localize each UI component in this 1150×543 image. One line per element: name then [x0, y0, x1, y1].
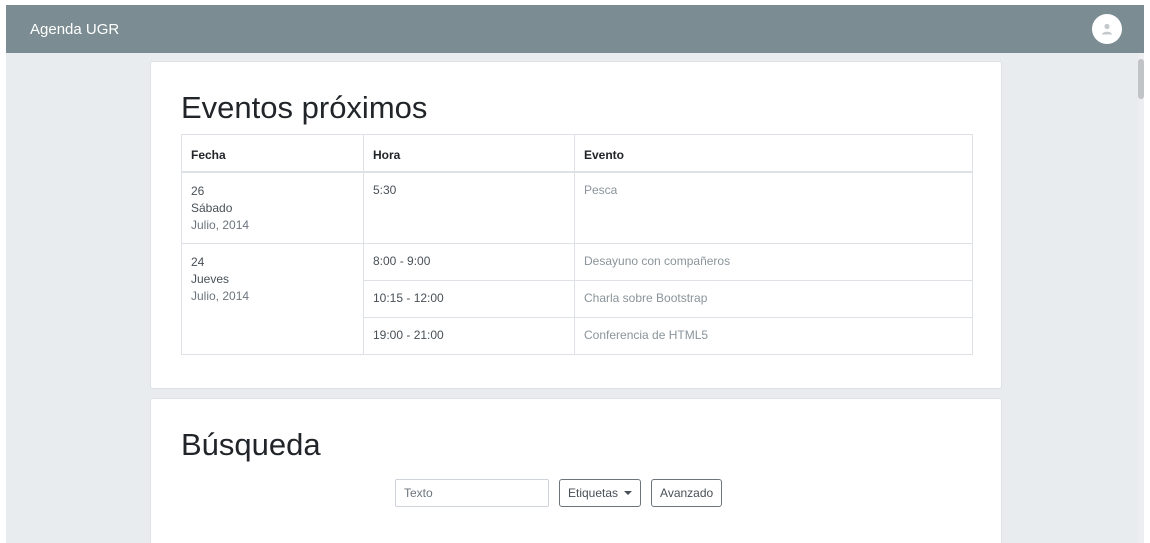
event-link[interactable]: Conferencia de HTML5: [584, 328, 708, 342]
date-day: 26: [191, 183, 205, 198]
tags-dropdown-button[interactable]: Etiquetas: [559, 479, 642, 507]
event-link[interactable]: Charla sobre Bootstrap: [584, 291, 707, 305]
brand-link[interactable]: Agenda UGR: [30, 21, 119, 38]
scrollbar-thumb[interactable]: [1138, 59, 1144, 99]
event-cell: Conferencia de HTML5: [574, 317, 973, 355]
column-header-date: Fecha: [181, 134, 364, 173]
upcoming-events-title: Eventos próximos: [181, 90, 428, 125]
time-cell: 19:00 - 21:00: [363, 317, 575, 355]
tags-label: Etiquetas: [568, 486, 619, 500]
events-table: Fecha Hora Evento 26 Sábado Julio, 2014 …: [181, 134, 973, 355]
time-cell: 5:30: [363, 171, 575, 244]
scrollbar-track[interactable]: [1138, 53, 1144, 543]
time-cell: 8:00 - 9:00: [363, 243, 575, 281]
time-cell: 10:15 - 12:00: [363, 280, 575, 318]
date-month: Julio, 2014: [191, 289, 250, 303]
date-cell: 26 Sábado Julio, 2014: [181, 171, 364, 244]
user-avatar-icon[interactable]: [1092, 14, 1122, 44]
table-row: 24 Jueves Julio, 2014 8:00 - 9:00 Desayu…: [181, 243, 973, 355]
date-day: 24: [191, 255, 205, 269]
date-month: Julio, 2014: [191, 217, 250, 232]
person-icon: [1102, 23, 1112, 35]
caret-down-icon: [624, 491, 633, 495]
upcoming-events-card: Eventos próximos Fecha Hora Evento 26 Sá…: [150, 61, 1002, 389]
date-cell: 24 Jueves Julio, 2014: [181, 243, 364, 355]
event-cell: Pesca: [574, 171, 973, 244]
search-title: Búsqueda: [181, 427, 321, 462]
event-link[interactable]: Desayuno con compañeros: [584, 254, 730, 268]
event-cell: Desayuno con compañeros: [574, 243, 973, 281]
column-header-time: Hora: [363, 134, 575, 173]
navbar: Agenda UGR: [6, 5, 1144, 53]
search-input[interactable]: [395, 479, 549, 507]
table-header-row: Fecha Hora Evento: [181, 134, 973, 173]
column-header-event: Evento: [574, 134, 973, 173]
search-card: Búsqueda Etiquetas Avanzado: [150, 398, 1002, 543]
table-row: 26 Sábado Julio, 2014 5:30 Pesca: [181, 171, 973, 244]
event-link[interactable]: Pesca: [584, 183, 617, 197]
date-weekday: Jueves: [191, 272, 230, 286]
event-cell: Charla sobre Bootstrap: [574, 280, 973, 318]
app-window: Agenda UGR Eventos próximos Fecha Hora E…: [6, 5, 1144, 543]
date-weekday: Sábado: [191, 200, 233, 215]
advanced-search-button[interactable]: Avanzado: [651, 479, 723, 507]
search-controls: Etiquetas Avanzado: [395, 479, 723, 507]
